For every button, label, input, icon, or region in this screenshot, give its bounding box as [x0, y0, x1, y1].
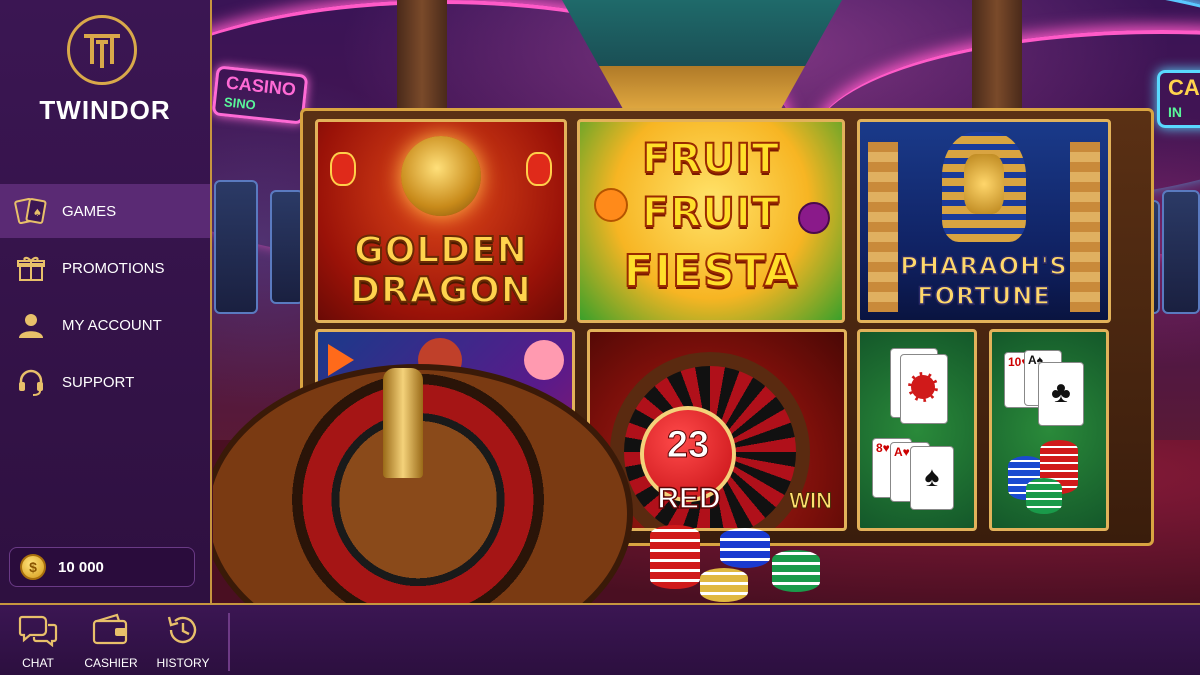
game-title-line: FORTUNE [916, 281, 1051, 311]
game-tile-fruit-fiesta[interactable]: FRUIT FRUIT FIESTA [577, 119, 845, 323]
coin-icon: $ [20, 554, 46, 580]
chip-stack-icon [650, 525, 700, 589]
game-title-line: FIESTA [623, 245, 799, 298]
neon-sign-left: CASINO SINO [212, 65, 309, 125]
balance-display: $ 10 000 [9, 547, 195, 587]
game-title-line: FRUIT [641, 135, 780, 183]
svg-text:♠: ♠ [33, 208, 42, 219]
chat-button[interactable]: CHAT [7, 613, 69, 675]
chat-icon [18, 615, 58, 651]
headset-icon [14, 365, 48, 399]
nav-item-promotions[interactable]: PROMOTIONS [0, 241, 210, 295]
chip-stack-icon [1026, 478, 1062, 514]
result-color: RED [657, 481, 722, 516]
game-title-line: DRAGON [349, 269, 532, 312]
game-tile-golden-dragon[interactable]: GOLDEN DRAGON [315, 119, 567, 323]
chip-stack-icon [772, 550, 820, 592]
lantern-icon [526, 152, 552, 186]
result-number: 23 [666, 424, 710, 467]
nav-item-my-account[interactable]: MY ACCOUNT [0, 298, 210, 352]
nav-item-games[interactable]: ♠ GAMES [0, 184, 210, 238]
wallet-icon [91, 613, 131, 651]
game-title-line: GOLDEN [353, 229, 528, 272]
brand-name: TWINDOR [39, 95, 171, 125]
game-title-line: FRUIT [641, 189, 780, 237]
user-icon [14, 308, 48, 342]
sidebar: TWINDOR ♠ GAMES PROMOTIONS MY ACCOUNT SU… [0, 0, 212, 603]
cashier-label: CASHIER [84, 656, 138, 670]
result-status: WIN [789, 488, 833, 514]
neon-sign-right: CASI IN [1157, 70, 1200, 128]
cashier-button[interactable]: CASHIER [80, 613, 142, 675]
slot-machine [214, 180, 258, 314]
bottom-divider [228, 613, 230, 671]
brand-logo-icon [67, 15, 137, 85]
gift-icon [14, 251, 48, 285]
history-button[interactable]: HISTORY [152, 613, 214, 675]
history-icon [163, 616, 203, 651]
game-tile-card-table-2[interactable]: 10♥ A♠ ♣ [989, 329, 1109, 531]
game-title-line: PHARAOH'S [900, 251, 1068, 281]
chat-label: CHAT [22, 656, 54, 670]
cards-icon: ♠ [14, 194, 48, 228]
nav-item-support[interactable]: SUPPORT [0, 355, 210, 409]
chip-icon [908, 372, 938, 402]
pharaoh-face-icon [964, 154, 1004, 214]
chip-stack-icon [720, 528, 770, 568]
roulette-wheel [213, 364, 633, 603]
nav-label: SUPPORT [62, 373, 135, 391]
nav-label: MY ACCOUNT [62, 316, 162, 334]
nav-label: GAMES [62, 202, 117, 220]
dragon-icon [401, 136, 481, 216]
slot-machine [1162, 190, 1200, 314]
pillar [397, 0, 447, 110]
nav-label: PROMOTIONS [62, 259, 165, 277]
playing-card: ♠ [910, 446, 954, 510]
roulette-spindle-icon [383, 368, 423, 478]
playing-card: ♣ [1038, 362, 1084, 426]
history-label: HISTORY [156, 656, 210, 670]
game-tile-card-table-1[interactable]: 8♥ A♥ ♠ [857, 329, 977, 531]
lantern-icon [330, 152, 356, 186]
slot-machine [270, 190, 304, 304]
pillar [972, 0, 1022, 110]
bottom-bar: CHAT CASHIER HISTORY [0, 603, 1200, 675]
balance-amount: 10 000 [58, 558, 104, 576]
chip-stack-icon [700, 568, 748, 602]
game-tile-pharaohs-fortune[interactable]: PHARAOH'S FORTUNE [857, 119, 1111, 323]
